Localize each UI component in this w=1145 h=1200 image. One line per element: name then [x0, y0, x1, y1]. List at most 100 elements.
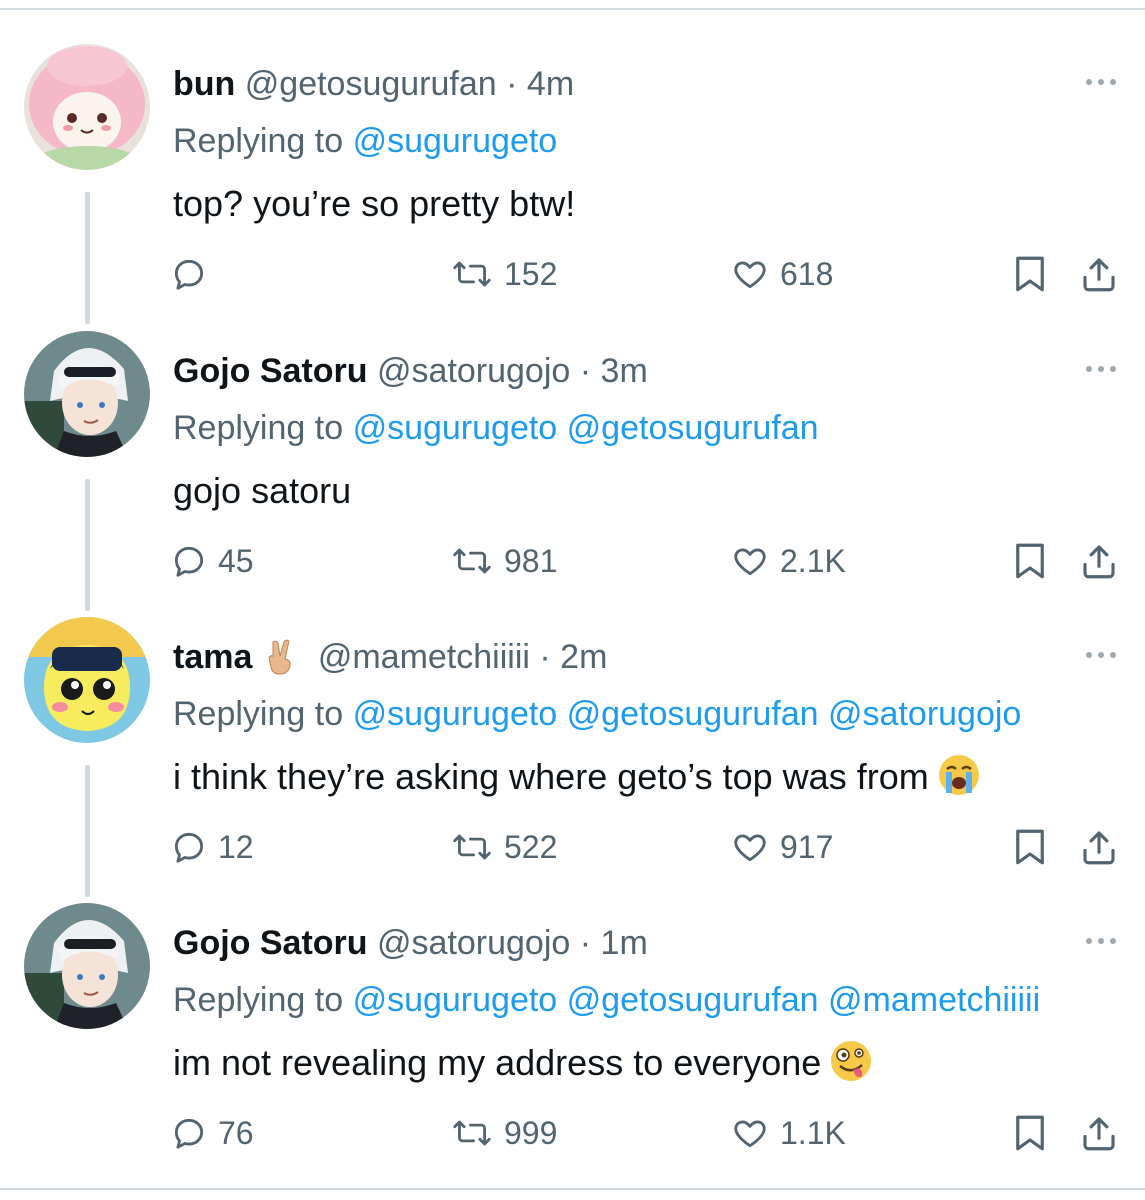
replying-to: Replying to @sugurugeto @getosugurufan @…	[173, 978, 1040, 1022]
tweet-3[interactable]: tama @mametchiiiii · 2m Replying to @sug…	[0, 583, 1145, 897]
reply-button[interactable]: 45	[170, 533, 254, 589]
retweet-button[interactable]: 152	[450, 246, 557, 302]
bookmark-button[interactable]	[1009, 533, 1051, 589]
bookmark-button[interactable]	[1009, 1105, 1051, 1161]
tweet-header: Gojo Satoru @satorugojo · 1m	[173, 921, 648, 965]
mention-link[interactable]: @getosugurufan	[567, 695, 819, 733]
mention-link[interactable]: @satorugojo	[828, 695, 1021, 733]
replying-prefix: Replying to	[173, 122, 344, 160]
mention-link[interactable]: @sugurugeto	[353, 122, 558, 160]
more-icon[interactable]	[1081, 357, 1121, 381]
retweet-icon	[453, 548, 491, 574]
handle[interactable]: @satorugojo	[377, 924, 570, 962]
bookmark-icon	[1016, 256, 1044, 292]
retweet-count: 981	[504, 542, 558, 579]
mention-link[interactable]: @mametchiiiii	[828, 981, 1040, 1019]
heart-icon	[734, 548, 766, 576]
reply-icon	[174, 1118, 204, 1149]
timestamp[interactable]: 3m	[601, 352, 648, 390]
replying-to: Replying to @sugurugeto	[173, 119, 557, 163]
action-bar: 76 999 1.1K	[0, 1105, 1145, 1161]
zany-face-emoji-icon	[831, 1041, 872, 1082]
more-icon[interactable]	[1081, 70, 1121, 94]
tweet-2[interactable]: Gojo Satoru @satorugojo · 3m Replying to…	[0, 297, 1145, 611]
retweet-button[interactable]: 981	[450, 533, 557, 589]
like-button[interactable]: 2.1K	[730, 533, 846, 589]
share-button[interactable]	[1078, 533, 1120, 589]
like-count: 2.1K	[780, 542, 846, 579]
like-count: 917	[780, 828, 834, 865]
display-name[interactable]: bun	[173, 65, 235, 103]
retweet-button[interactable]: 522	[450, 819, 557, 875]
share-button[interactable]	[1078, 819, 1120, 875]
share-button[interactable]	[1078, 246, 1120, 302]
tweet-4[interactable]: Gojo Satoru @satorugojo · 1m Replying to…	[0, 869, 1145, 1156]
tweet-body: im not revealing my address to everyone	[173, 1040, 873, 1086]
mention-link[interactable]: @sugurugeto	[353, 695, 558, 733]
bookmark-button[interactable]	[1009, 246, 1051, 302]
mention-link[interactable]: @sugurugeto	[353, 981, 558, 1019]
heart-icon	[734, 261, 766, 289]
handle[interactable]: @mametchiiiii	[318, 638, 530, 676]
bookmark-button[interactable]	[1009, 819, 1051, 875]
separator: ·	[579, 924, 592, 962]
avatar-anime-image	[24, 331, 150, 457]
loudly-crying-face-emoji-icon	[938, 755, 979, 796]
reply-count: 76	[218, 1114, 254, 1151]
share-icon	[1083, 1117, 1115, 1151]
separator: ·	[539, 638, 551, 676]
bookmark-icon	[1016, 1115, 1044, 1151]
reply-button[interactable]: 76	[170, 1105, 254, 1161]
timestamp[interactable]: 4m	[527, 65, 574, 103]
action-bar: 45 981 2.1K	[0, 533, 1145, 589]
share-icon	[1083, 545, 1115, 579]
retweet-count: 999	[504, 1114, 558, 1151]
like-count: 1.1K	[780, 1114, 846, 1151]
share-button[interactable]	[1078, 1105, 1120, 1161]
retweet-button[interactable]: 999	[450, 1105, 557, 1161]
retweet-count: 522	[504, 828, 558, 865]
tweet-1[interactable]: bun @getosugurufan · 4m Replying to @sug…	[0, 10, 1145, 324]
more-icon[interactable]	[1081, 929, 1121, 953]
heart-icon	[734, 1120, 766, 1148]
display-name[interactable]: tama	[173, 638, 252, 676]
avatar[interactable]	[24, 44, 150, 170]
reply-count: 45	[218, 542, 254, 579]
like-button[interactable]: 917	[730, 819, 833, 875]
like-button[interactable]: 1.1K	[730, 1105, 846, 1161]
replying-to: Replying to @sugurugeto @getosugurufan @…	[173, 692, 1021, 736]
mention-link[interactable]: @getosugurufan	[567, 409, 819, 447]
tweet-text: im not revealing my address to everyone	[173, 1042, 822, 1083]
reply-button[interactable]	[170, 246, 218, 302]
mention-link[interactable]: @sugurugeto	[353, 409, 558, 447]
timestamp[interactable]: 2m	[560, 638, 607, 676]
avatar[interactable]	[24, 617, 150, 743]
heart-icon	[734, 834, 766, 862]
mention-link[interactable]: @getosugurufan	[567, 981, 819, 1019]
reply-icon	[174, 546, 204, 577]
replying-prefix: Replying to	[173, 695, 344, 733]
tweet-text: top? you’re so pretty btw!	[173, 183, 576, 224]
display-name[interactable]: Gojo Satoru	[173, 924, 368, 962]
timestamp[interactable]: 1m	[601, 924, 648, 962]
tweet-header: Gojo Satoru @satorugojo · 3m	[173, 349, 648, 393]
avatar-plush-image	[24, 44, 150, 170]
reply-button[interactable]: 12	[170, 819, 254, 875]
handle[interactable]: @satorugojo	[377, 352, 570, 390]
more-icon[interactable]	[1081, 643, 1121, 667]
reply-icon	[174, 832, 204, 863]
handle[interactable]: @getosugurufan	[245, 65, 497, 103]
replying-to: Replying to @sugurugeto @getosugurufan	[173, 406, 819, 450]
separator: ·	[506, 65, 518, 103]
tweet-text: gojo satoru	[173, 470, 352, 511]
reply-count: 12	[218, 828, 254, 865]
like-button[interactable]: 618	[730, 246, 833, 302]
tweet-header: bun @getosugurufan · 4m	[173, 62, 574, 106]
replying-prefix: Replying to	[173, 981, 344, 1019]
display-name[interactable]: Gojo Satoru	[173, 352, 368, 390]
avatar[interactable]	[24, 331, 150, 457]
avatar[interactable]	[24, 903, 150, 1029]
retweet-count: 152	[504, 255, 558, 292]
avatar-anime-image	[24, 903, 150, 1029]
avatar-tamagotchi-image	[24, 617, 150, 743]
